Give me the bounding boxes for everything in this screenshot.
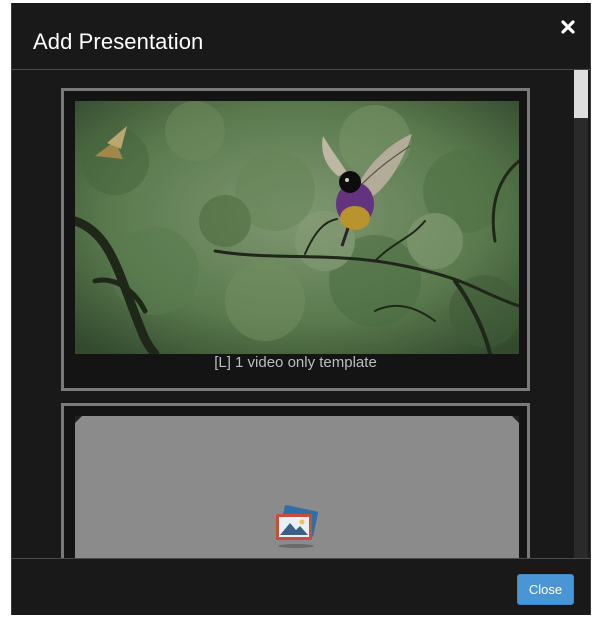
close-button[interactable]: Close [517,574,574,605]
close-icon[interactable] [560,19,576,35]
bird-video-thumbnail [75,101,519,354]
modal-body: [L] 1 video only template [12,70,590,558]
template-card[interactable] [61,403,530,558]
scrollbar-thumb[interactable] [574,70,588,118]
template-label: [L] 1 video only template [214,354,377,371]
template-card[interactable]: [L] 1 video only template [61,88,530,391]
image-placeholder-icon [276,505,318,548]
scrollbar[interactable] [574,70,588,558]
add-presentation-modal: Add Presentation [L] 1 video only templa… [11,3,591,615]
template-thumbnail [75,416,519,558]
modal-header: Add Presentation [12,3,590,70]
modal-title: Add Presentation [33,29,204,54]
modal-footer: Close [12,558,590,615]
